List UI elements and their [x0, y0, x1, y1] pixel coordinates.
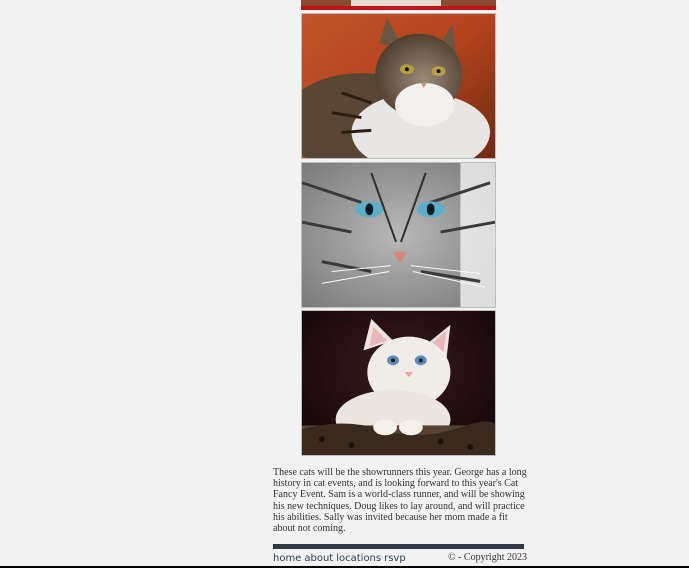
footer-nav: home about locations rsvp [273, 553, 409, 564]
cats-description: These cats will be the showrunners this … [273, 467, 527, 535]
nav-link-locations[interactable]: locations [336, 553, 381, 564]
page: These cats will be the showrunners this … [0, 0, 689, 568]
footer-divider-bar [273, 544, 524, 549]
nav-link-rsvp[interactable]: rsvp [384, 553, 406, 564]
copyright-text: © - Copyright 2023 [448, 552, 527, 563]
cat-image-maine-coon [301, 13, 496, 159]
nav-link-home[interactable]: home [273, 553, 301, 564]
cat-image-silver-tabby [301, 162, 496, 308]
cat-image-top-partial [301, 0, 496, 10]
cat-image-white-kitten [301, 310, 496, 456]
nav-link-about[interactable]: about [304, 553, 333, 564]
